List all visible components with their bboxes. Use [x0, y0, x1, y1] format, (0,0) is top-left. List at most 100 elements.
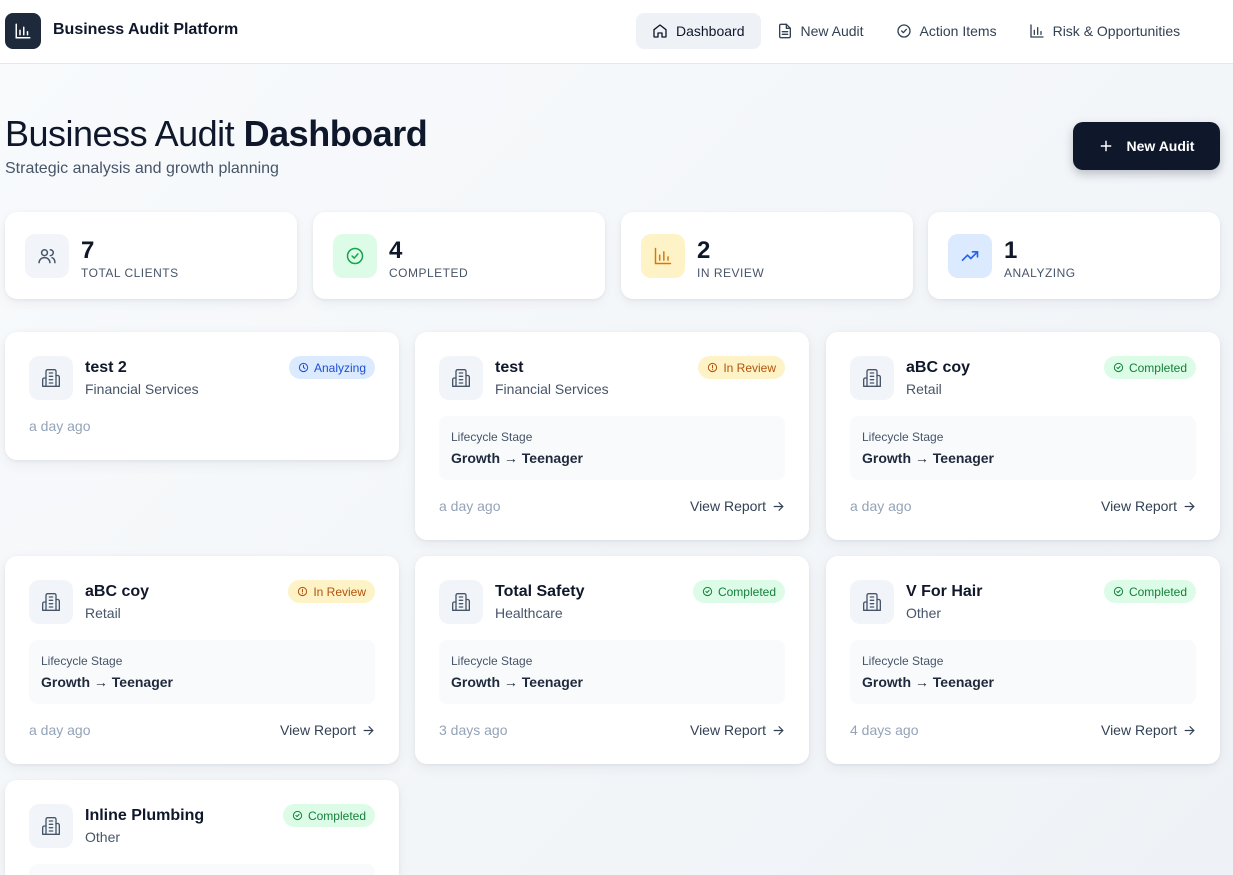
view-report-link[interactable]: View Report — [690, 722, 785, 738]
stat-value: 1 — [1004, 237, 1018, 264]
view-report-label: View Report — [1100, 722, 1177, 738]
app-title: Business Audit Platform — [53, 21, 239, 38]
view-report-link[interactable]: View Report — [1101, 722, 1196, 738]
client-industry: Other — [906, 605, 942, 621]
nav-dashboard[interactable]: Dashboard — [636, 13, 761, 49]
building-icon-box — [29, 356, 73, 400]
audit-card[interactable]: test 2 Financial Services Analyzing a da… — [5, 332, 399, 460]
status-badge: In Review — [288, 580, 375, 603]
lifecycle-stage-box — [29, 864, 375, 875]
client-industry: Financial Services — [85, 381, 199, 397]
lifecycle-stage-box: Lifecycle Stage Growth → Teenager — [850, 640, 1196, 704]
lifecycle-stage-value: Growth → Teenager — [451, 450, 583, 466]
lifecycle-stage-value: Growth → Teenager — [41, 674, 173, 690]
nav-action-items[interactable]: Action Items — [880, 13, 1013, 49]
audit-time: 3 days ago — [439, 722, 508, 738]
bar-chart-icon — [15, 23, 31, 39]
building-icon — [452, 369, 470, 387]
stat-value: 2 — [697, 237, 711, 264]
page-title-light: Business Audit — [5, 113, 244, 154]
lifecycle-stage-box: Lifecycle Stage Growth → Teenager — [439, 416, 785, 480]
nav-risk-opportunities[interactable]: Risk & Opportunities — [1013, 13, 1197, 49]
plus-icon — [1100, 140, 1111, 152]
main-nav: Dashboard New Audit Action Items Risk & … — [636, 13, 1196, 49]
audit-card[interactable]: Inline Plumbing Other Completed — [5, 780, 399, 875]
stat-card-in-review: 2 IN REVIEW — [621, 212, 913, 299]
bar-chart-icon — [654, 247, 672, 265]
alert-circle-icon — [298, 586, 308, 597]
home-icon — [653, 24, 667, 38]
status-label: Completed — [1128, 584, 1187, 599]
stat-card-completed: 4 COMPLETED — [313, 212, 605, 299]
client-name: V For Hair — [906, 583, 983, 600]
status-badge: Analyzing — [288, 356, 375, 379]
new-audit-button[interactable]: New Audit — [1073, 122, 1220, 170]
status-badge: Completed — [692, 580, 785, 603]
check-circle-icon — [1113, 362, 1124, 373]
nav-label: Dashboard — [676, 23, 745, 39]
view-report-link[interactable]: View Report — [280, 722, 375, 738]
check-circle-icon — [1113, 586, 1124, 597]
view-report-label: View Report — [689, 498, 766, 514]
nav-label: Action Items — [919, 23, 997, 39]
audit-card[interactable]: aBC coy Retail In Review Lifecycle Stage… — [5, 556, 399, 764]
lifecycle-stage-box: Lifecycle Stage Growth → Teenager — [850, 416, 1196, 480]
audit-card[interactable]: aBC coy Retail Completed Lifecycle Stage… — [826, 332, 1220, 540]
audit-time: a day ago — [439, 498, 501, 514]
client-industry: Retail — [906, 381, 942, 397]
check-circle-icon — [346, 247, 364, 265]
client-industry: Retail — [85, 605, 121, 621]
page-subtitle: Strategic analysis and growth planning — [5, 160, 279, 177]
nav-new-audit[interactable]: New Audit — [761, 13, 880, 49]
building-icon — [863, 593, 881, 611]
building-icon-box — [439, 580, 483, 624]
nav-label: Risk & Opportunities — [1052, 23, 1181, 39]
status-badge: In Review — [698, 356, 785, 379]
building-icon-box — [29, 580, 73, 624]
building-icon — [42, 369, 60, 387]
app-logo[interactable] — [5, 13, 41, 49]
building-icon-box — [439, 356, 483, 400]
trending-up-icon — [961, 251, 979, 261]
building-icon — [452, 593, 470, 611]
lifecycle-stage-value: Growth → Teenager — [862, 450, 994, 466]
client-name: aBC coy — [85, 583, 150, 600]
building-icon-box — [850, 356, 894, 400]
status-badge: Completed — [1103, 356, 1196, 379]
audit-card[interactable]: test Financial Services In Review Lifecy… — [415, 332, 809, 540]
audit-card[interactable]: Total Safety Healthcare Completed Lifecy… — [415, 556, 809, 764]
building-icon — [42, 593, 60, 611]
new-audit-button-label: New Audit — [1126, 138, 1195, 154]
building-icon — [42, 817, 60, 835]
status-label: In Review — [313, 584, 366, 599]
lifecycle-stage-value: Growth → Teenager — [451, 674, 583, 690]
lifecycle-stage-label: Lifecycle Stage — [862, 430, 944, 444]
audit-card[interactable]: V For Hair Other Completed Lifecycle Sta… — [826, 556, 1220, 764]
status-label: Analyzing — [313, 360, 366, 375]
client-industry: Financial Services — [495, 381, 609, 397]
building-icon-box — [29, 804, 73, 848]
status-badge: Completed — [1103, 580, 1196, 603]
document-icon — [778, 23, 791, 39]
view-report-link[interactable]: View Report — [1101, 498, 1196, 514]
nav-label: New Audit — [800, 23, 864, 39]
stat-card-total-clients: 7 TOTAL CLIENTS — [5, 212, 297, 299]
stat-label: IN REVIEW — [697, 266, 765, 280]
arrow-right-icon — [773, 725, 784, 735]
check-circle-icon — [896, 24, 911, 38]
bar-chart-icon — [1029, 24, 1044, 38]
clock-icon — [298, 362, 309, 373]
page-title: Business Audit Dashboard — [5, 113, 428, 155]
arrow-right-icon — [1184, 725, 1195, 735]
check-circle-icon — [292, 810, 303, 821]
audit-time: a day ago — [850, 498, 912, 514]
page-title-bold: Dashboard — [243, 113, 428, 154]
building-icon-box — [850, 580, 894, 624]
lifecycle-stage-label: Lifecycle Stage — [451, 654, 533, 668]
stat-card-analyzing: 1 ANALYZING — [928, 212, 1220, 299]
status-label: Completed — [1128, 360, 1187, 375]
view-report-link[interactable]: View Report — [690, 498, 785, 514]
status-label: In Review — [723, 360, 776, 375]
users-icon — [38, 249, 56, 264]
top-nav-bar: Business Audit Platform Dashboard New Au… — [0, 0, 1233, 64]
